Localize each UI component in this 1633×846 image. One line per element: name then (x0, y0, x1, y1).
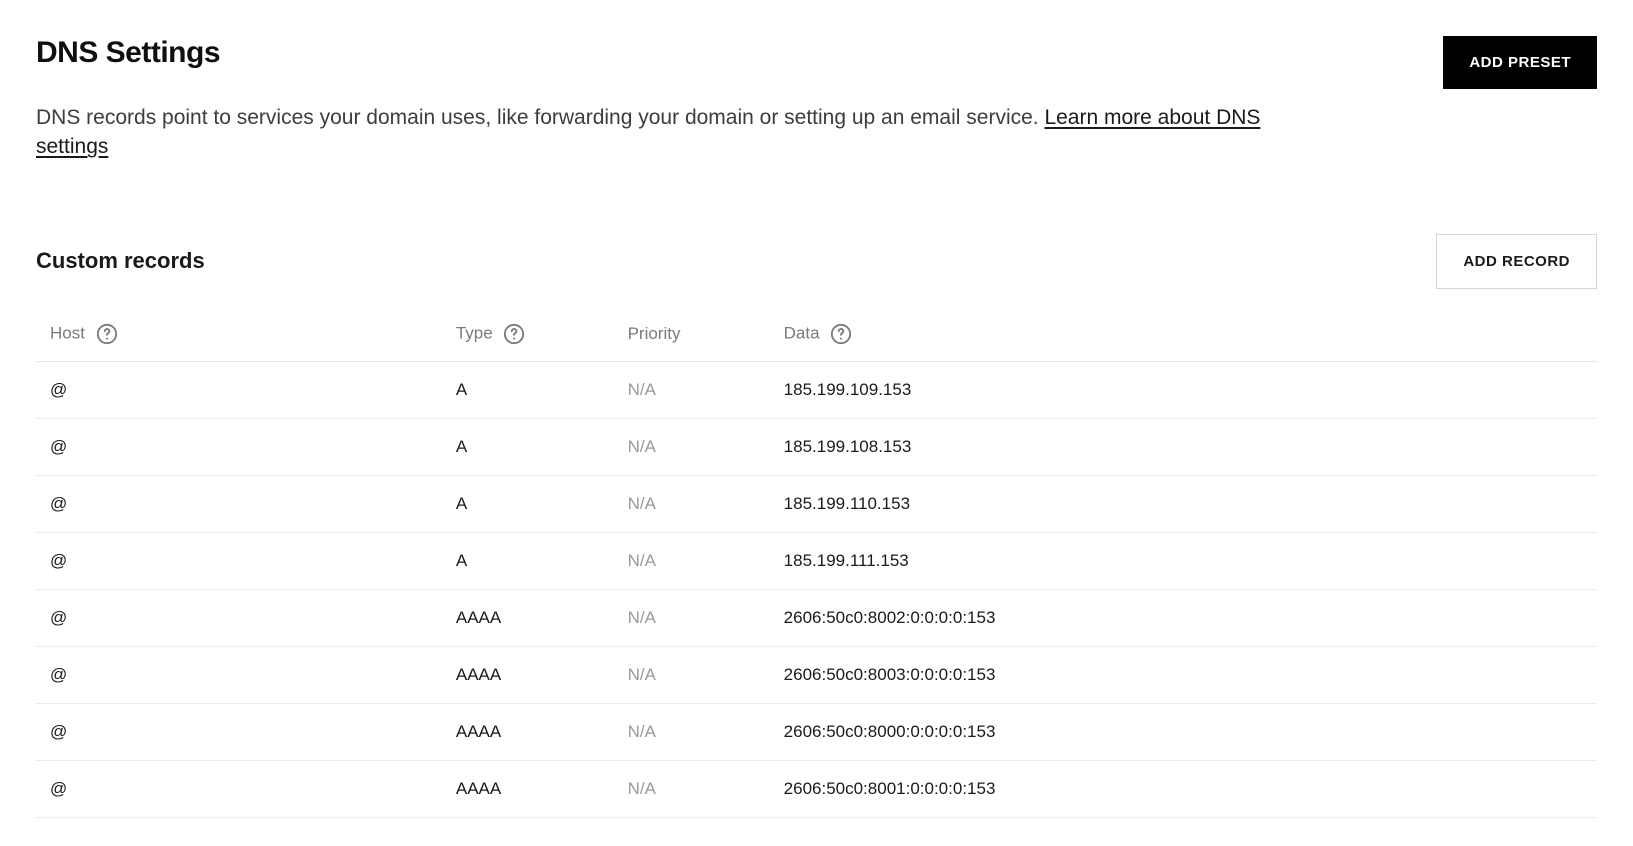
table-row[interactable]: @AN/A185.199.109.153 (36, 361, 1597, 418)
cell-data: 185.199.108.153 (770, 418, 1597, 475)
column-label: Host (50, 323, 85, 342)
help-icon[interactable] (503, 323, 525, 345)
cell-data: 2606:50c0:8002:0:0:0:0:153 (770, 589, 1597, 646)
cell-type: AAAA (442, 646, 614, 703)
column-label: Data (784, 323, 820, 342)
cell-priority: N/A (614, 760, 770, 817)
column-header-type: Type (442, 307, 614, 362)
cell-priority: N/A (614, 703, 770, 760)
table-row[interactable]: @AN/A185.199.108.153 (36, 418, 1597, 475)
table-row[interactable]: @AN/A185.199.110.153 (36, 475, 1597, 532)
cell-priority: N/A (614, 418, 770, 475)
cell-type: AAAA (442, 703, 614, 760)
cell-data: 185.199.111.153 (770, 532, 1597, 589)
description-text: DNS records point to services your domai… (36, 106, 1044, 129)
cell-priority: N/A (614, 532, 770, 589)
cell-host: @ (36, 532, 442, 589)
cell-priority: N/A (614, 475, 770, 532)
table-row[interactable]: @AAAAN/A2606:50c0:8000:0:0:0:0:153 (36, 703, 1597, 760)
table-row[interactable]: @AAAAN/A2606:50c0:8003:0:0:0:0:153 (36, 646, 1597, 703)
help-icon[interactable] (96, 323, 118, 345)
page-description: DNS records point to services your domai… (36, 103, 1336, 162)
dns-records-table: Host Type (36, 307, 1597, 818)
cell-host: @ (36, 589, 442, 646)
cell-host: @ (36, 760, 442, 817)
column-header-data: Data (770, 307, 1597, 362)
page-title: DNS Settings (36, 36, 220, 70)
cell-type: AAAA (442, 589, 614, 646)
cell-data: 2606:50c0:8001:0:0:0:0:153 (770, 760, 1597, 817)
cell-host: @ (36, 646, 442, 703)
cell-data: 185.199.110.153 (770, 475, 1597, 532)
table-row[interactable]: @AN/A185.199.111.153 (36, 532, 1597, 589)
help-icon[interactable] (830, 323, 852, 345)
column-header-priority: Priority (614, 307, 770, 362)
column-label: Type (456, 323, 493, 342)
cell-type: AAAA (442, 760, 614, 817)
cell-host: @ (36, 475, 442, 532)
cell-host: @ (36, 361, 442, 418)
column-label: Priority (628, 324, 681, 343)
cell-host: @ (36, 703, 442, 760)
cell-type: A (442, 532, 614, 589)
table-row[interactable]: @AAAAN/A2606:50c0:8001:0:0:0:0:153 (36, 760, 1597, 817)
cell-host: @ (36, 418, 442, 475)
cell-data: 2606:50c0:8003:0:0:0:0:153 (770, 646, 1597, 703)
add-preset-button[interactable]: ADD PRESET (1443, 36, 1597, 89)
cell-type: A (442, 418, 614, 475)
add-record-button[interactable]: ADD RECORD (1436, 234, 1597, 289)
cell-data: 185.199.109.153 (770, 361, 1597, 418)
table-row[interactable]: @AAAAN/A2606:50c0:8002:0:0:0:0:153 (36, 589, 1597, 646)
column-header-host: Host (36, 307, 442, 362)
section-title: Custom records (36, 248, 205, 274)
cell-priority: N/A (614, 361, 770, 418)
cell-priority: N/A (614, 589, 770, 646)
cell-type: A (442, 361, 614, 418)
cell-priority: N/A (614, 646, 770, 703)
cell-type: A (442, 475, 614, 532)
cell-data: 2606:50c0:8000:0:0:0:0:153 (770, 703, 1597, 760)
